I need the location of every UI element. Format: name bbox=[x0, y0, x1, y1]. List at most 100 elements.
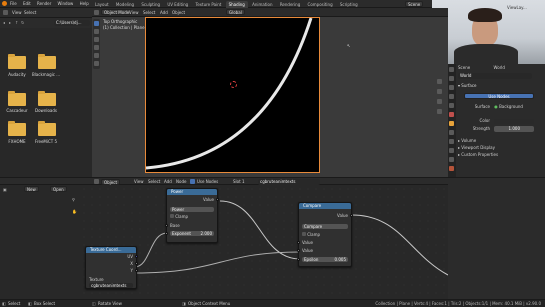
power-node[interactable]: Power Value Power Clamp Base Exponent 2.… bbox=[165, 188, 219, 243]
new-image-button[interactable]: New bbox=[24, 186, 39, 192]
folder-label[interactable]: Downloads bbox=[29, 108, 63, 113]
value2-input-socket[interactable] bbox=[297, 249, 300, 252]
value1-input-socket[interactable] bbox=[297, 241, 300, 244]
tab-compositing[interactable]: Compositing bbox=[305, 1, 336, 8]
vp-menu-object[interactable]: Object bbox=[172, 10, 185, 15]
uv-socket[interactable] bbox=[135, 255, 138, 258]
scene-name[interactable]: Scene bbox=[405, 1, 424, 7]
tab-animation[interactable]: Animation bbox=[249, 1, 275, 8]
vp-menu-select[interactable]: Select bbox=[143, 10, 155, 15]
select-tool-icon[interactable] bbox=[94, 21, 99, 26]
viewport-area[interactable]: Top Orthographic (1) Collection | Plane … bbox=[92, 17, 448, 177]
menu-edit[interactable]: Edit bbox=[23, 1, 31, 7]
folder-label[interactable]: Blackmagic ... bbox=[29, 72, 63, 77]
clamp-checkbox[interactable] bbox=[302, 232, 306, 236]
surface-value[interactable]: Background bbox=[499, 104, 523, 109]
custom-properties-section-header[interactable]: ▸ Custom Properties bbox=[458, 152, 544, 158]
cursor-tool-icon[interactable] bbox=[94, 29, 99, 34]
compare-output-socket[interactable] bbox=[350, 214, 353, 217]
tab-texture-paint[interactable]: Texture Paint bbox=[193, 1, 225, 8]
clamp-checkbox[interactable] bbox=[170, 214, 174, 218]
nav-parent-icon[interactable]: ↑ bbox=[15, 20, 18, 25]
ne-menu-select[interactable]: Select bbox=[148, 179, 160, 184]
physics-tab-icon[interactable] bbox=[449, 148, 454, 153]
path-field[interactable]: C:\Users\dj... bbox=[54, 20, 90, 26]
zoom-icon[interactable] bbox=[437, 79, 442, 84]
nav-back-icon[interactable]: ◂ bbox=[3, 20, 5, 25]
render-plane[interactable] bbox=[145, 17, 320, 173]
use-nodes-checkbox[interactable] bbox=[190, 179, 195, 184]
use-nodes-button[interactable]: Use Nodes bbox=[464, 93, 534, 99]
menu-file[interactable]: File bbox=[10, 1, 17, 7]
open-image-button[interactable]: Open bbox=[50, 186, 67, 192]
texture-field[interactable]: cgbruteanimtexts bbox=[89, 283, 133, 288]
compare-operation-dropdown[interactable]: Compare bbox=[302, 224, 348, 229]
folder-icon[interactable] bbox=[38, 54, 56, 69]
slot-dropdown[interactable]: Slot 1 bbox=[233, 179, 244, 184]
vp-menu-view[interactable]: View bbox=[129, 10, 139, 15]
tab-layout[interactable]: Layout bbox=[92, 1, 112, 8]
texture-coordinate-node[interactable]: Texture Coord... UV X Y Texture cgbrutea… bbox=[85, 246, 138, 289]
power-operation-dropdown[interactable]: Power bbox=[170, 207, 214, 212]
scene-selector[interactable]: Scene bbox=[405, 1, 424, 7]
menu-window[interactable]: Window bbox=[58, 1, 74, 7]
epsilon-input-socket[interactable] bbox=[297, 258, 300, 261]
node-title[interactable]: Compare bbox=[299, 203, 351, 209]
view-layer-tab-icon[interactable] bbox=[449, 94, 454, 99]
color-swatch[interactable] bbox=[494, 118, 535, 124]
power-output-socket[interactable] bbox=[216, 198, 219, 201]
folder-icon[interactable] bbox=[8, 91, 26, 106]
ne-menu-node[interactable]: Node bbox=[176, 179, 186, 184]
scene-tab-icon[interactable] bbox=[449, 103, 454, 108]
ne-menu-view[interactable]: View bbox=[134, 179, 144, 184]
blender-logo-icon[interactable] bbox=[2, 1, 7, 6]
world-selector[interactable]: World bbox=[458, 73, 544, 79]
tab-sculpting[interactable]: Sculpting bbox=[138, 1, 163, 8]
base-input-socket[interactable] bbox=[165, 224, 168, 227]
editor-type-icon[interactable] bbox=[94, 179, 99, 184]
folder-icon[interactable] bbox=[38, 91, 56, 106]
object-tab-icon[interactable] bbox=[449, 121, 454, 126]
tab-modeling[interactable]: Modeling bbox=[113, 1, 137, 8]
camera-view-icon[interactable] bbox=[437, 99, 442, 104]
render-tab-icon[interactable] bbox=[449, 76, 454, 81]
world-tab-icon[interactable] bbox=[449, 112, 454, 117]
exponent-field[interactable]: Exponent 2.000 bbox=[170, 231, 214, 236]
hand-pan-icon[interactable]: ✋ bbox=[72, 209, 77, 214]
nav-forward-icon[interactable]: ▸ bbox=[9, 20, 11, 25]
transform-orientation-dropdown[interactable]: Global bbox=[226, 9, 245, 15]
folder-label[interactable]: FreeMiCT 5 bbox=[29, 139, 63, 144]
vp-menu-add[interactable]: Add bbox=[160, 10, 168, 15]
rotate-tool-icon[interactable] bbox=[94, 45, 99, 50]
pan-icon[interactable] bbox=[437, 89, 442, 94]
constraints-tab-icon[interactable] bbox=[449, 157, 454, 162]
menu-render[interactable]: Render bbox=[37, 1, 51, 7]
node-title[interactable]: Texture Coord... bbox=[86, 247, 136, 253]
compare-node[interactable]: Compare Value Compare Clamp Value Value … bbox=[297, 202, 353, 267]
fb-menu-view[interactable]: View bbox=[12, 10, 22, 15]
ortho-toggle-icon[interactable] bbox=[437, 109, 442, 114]
tab-uv-editing[interactable]: UV Editing bbox=[164, 1, 191, 8]
node-editor-canvas[interactable]: Texture Coord... UV X Y Texture cgbrutea… bbox=[80, 185, 448, 299]
ne-menu-add[interactable]: Add bbox=[164, 179, 172, 184]
menu-help[interactable]: Help bbox=[80, 1, 89, 7]
exponent-input-socket[interactable] bbox=[165, 232, 168, 235]
material-tab-icon[interactable] bbox=[449, 166, 454, 171]
y-socket[interactable] bbox=[135, 269, 138, 272]
object-mode-dropdown[interactable]: Object Mode bbox=[101, 9, 133, 15]
modifier-tab-icon[interactable] bbox=[449, 130, 454, 135]
transform-tool-icon[interactable] bbox=[94, 61, 99, 66]
epsilon-field[interactable]: Epsilon 0.005 bbox=[302, 257, 348, 262]
tab-shading[interactable]: Shading bbox=[225, 1, 248, 8]
3d-cursor-icon[interactable] bbox=[230, 81, 237, 88]
particles-tab-icon[interactable] bbox=[449, 139, 454, 144]
output-tab-icon[interactable] bbox=[449, 85, 454, 90]
folder-icon[interactable] bbox=[8, 54, 26, 69]
refresh-icon[interactable]: ↻ bbox=[21, 20, 24, 25]
surface-section-header[interactable]: ▾ Surface bbox=[458, 83, 544, 89]
volume-section-header[interactable]: ▸ Volume bbox=[458, 138, 544, 144]
x-socket[interactable] bbox=[135, 262, 138, 265]
viewport-display-section-header[interactable]: ▸ Viewport Display bbox=[458, 145, 544, 151]
strength-field[interactable]: 1.000 bbox=[494, 126, 535, 132]
world-name-field[interactable]: World bbox=[458, 73, 532, 79]
